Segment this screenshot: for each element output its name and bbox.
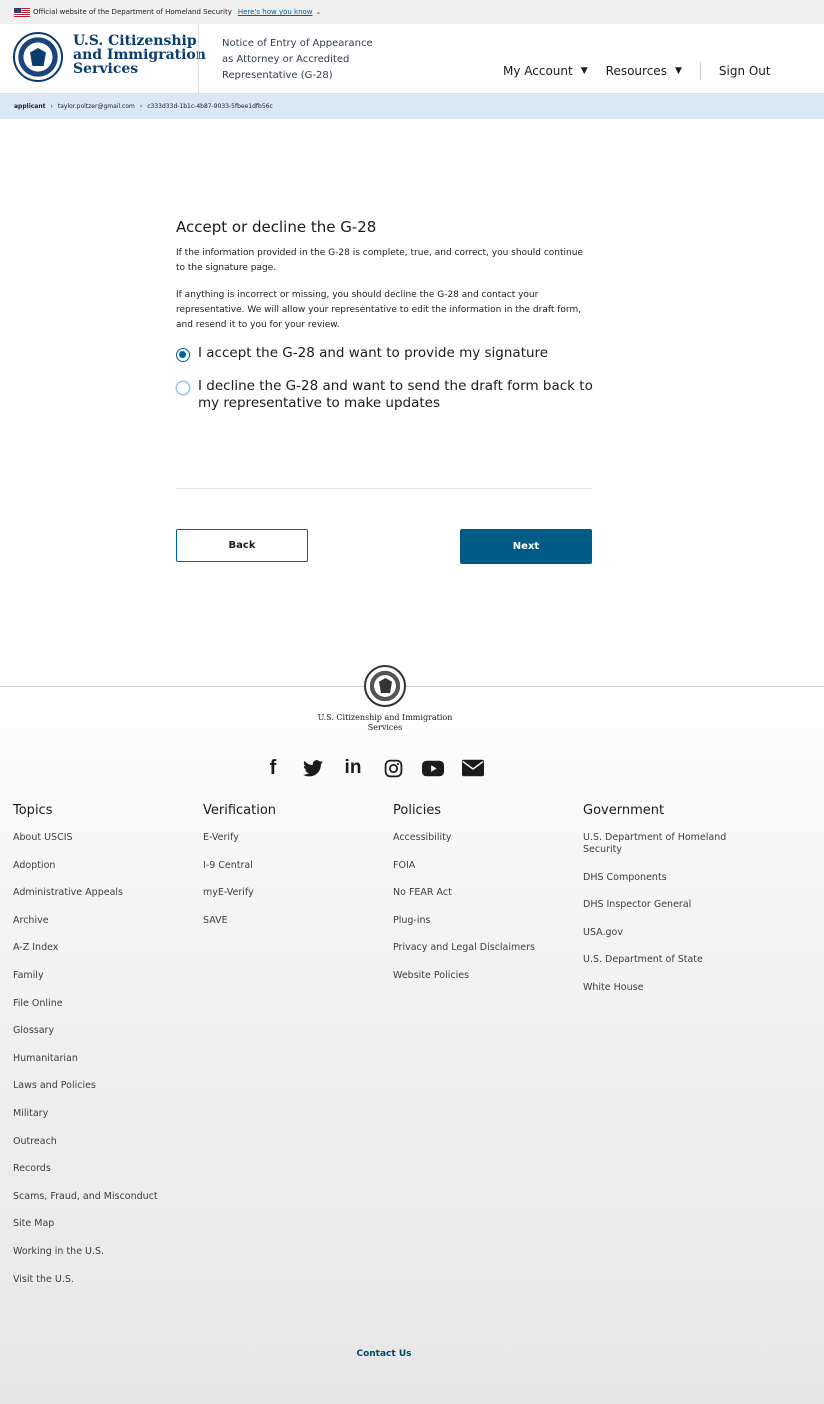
footer-col-title: Topics: [13, 803, 53, 818]
footer-link[interactable]: Archive: [13, 915, 203, 927]
next-button[interactable]: Next: [460, 529, 592, 564]
footer-col-title: Verification: [203, 803, 277, 818]
breadcrumb: applicant › taylor.poltzer@gmail.com › c…: [0, 94, 824, 119]
footer-link[interactable]: DHS Inspector General: [583, 899, 743, 911]
footer-link[interactable]: White House: [583, 982, 743, 994]
nav-separator: [699, 62, 701, 80]
gov-banner: Official website of the Department of Ho…: [0, 0, 824, 24]
footer-col-government: Government U.S. Department of Homeland S…: [583, 803, 773, 1301]
footer-link[interactable]: Scams, Fraud, and Misconduct: [13, 1191, 203, 1203]
caret-down-icon: ▼: [674, 66, 682, 76]
footer-link[interactable]: Family: [13, 970, 203, 982]
contact-us-link[interactable]: Contact Us: [0, 1349, 768, 1359]
footer-link[interactable]: Plug-ins: [393, 915, 583, 927]
my-account-menu[interactable]: My Account ▼: [503, 64, 588, 78]
footer-link[interactable]: Privacy and Legal Disclaimers: [393, 942, 583, 954]
header-divider: [198, 24, 199, 94]
footer-link[interactable]: A-Z Index: [13, 942, 203, 954]
footer-col-title: Government: [583, 803, 665, 818]
sign-out-link[interactable]: Sign Out: [719, 64, 771, 78]
footer-col-title: Policies: [393, 803, 442, 818]
decline-radio[interactable]: [176, 381, 190, 395]
heres-how-you-know-link[interactable]: Here's how you know: [238, 8, 313, 16]
footer-dhs-seal[interactable]: [364, 665, 406, 707]
decline-option[interactable]: I decline the G-28 and want to send the …: [176, 378, 596, 412]
site-footer: U.S. Citizenship and Immigration Service…: [0, 665, 824, 1404]
footer-link[interactable]: I-9 Central: [203, 860, 393, 872]
breadcrumb-role[interactable]: applicant: [14, 103, 46, 110]
footer-link[interactable]: Administrative Appeals: [13, 887, 203, 899]
twitter-icon[interactable]: [302, 757, 324, 779]
accept-label[interactable]: I accept the G-28 and want to provide my…: [198, 345, 596, 362]
footer-link[interactable]: DHS Components: [583, 872, 743, 884]
chevron-right-icon: ›: [50, 103, 53, 110]
footer-columns: Topics About USCIS Adoption Administrati…: [13, 803, 773, 1301]
chevron-down-icon[interactable]: ⌄: [316, 8, 322, 16]
uscis-logo-text[interactable]: U.S. Citizenship and Immigration Service…: [73, 34, 206, 76]
footer-link[interactable]: SAVE: [203, 915, 393, 927]
dhs-seal-logo[interactable]: [13, 32, 63, 82]
resources-menu[interactable]: Resources ▼: [606, 64, 682, 78]
footer-link[interactable]: Accessibility: [393, 832, 583, 844]
site-header: U.S. Citizenship and Immigration Service…: [0, 24, 824, 94]
gov-banner-text: Official website of the Department of Ho…: [33, 8, 232, 16]
footer-link[interactable]: Outreach: [13, 1136, 203, 1148]
section-divider: [176, 488, 592, 489]
instagram-icon[interactable]: [382, 757, 404, 779]
caret-down-icon: ▼: [580, 66, 588, 76]
footer-link[interactable]: U.S. Department of State: [583, 954, 743, 966]
header-nav: My Account ▼ Resources ▼ Sign Out: [503, 62, 771, 80]
decline-label[interactable]: I decline the G-28 and want to send the …: [198, 378, 596, 412]
facebook-icon[interactable]: f: [262, 757, 284, 779]
footer-link[interactable]: Working in the U.S.: [13, 1246, 203, 1258]
page-title: Accept or decline the G-28: [176, 218, 377, 236]
footer-link[interactable]: Website Policies: [393, 970, 583, 982]
social-links: f in: [262, 757, 502, 779]
footer-col-topics: Topics About USCIS Adoption Administrati…: [13, 803, 203, 1301]
form-title: Notice of Entry of Appearance as Attorne…: [222, 38, 373, 81]
footer-link[interactable]: Laws and Policies: [13, 1080, 203, 1092]
footer-link[interactable]: Humanitarian: [13, 1053, 203, 1065]
footer-col-policies: Policies Accessibility FOIA No FEAR Act …: [393, 803, 583, 1301]
footer-link[interactable]: Records: [13, 1163, 203, 1175]
email-icon[interactable]: [462, 757, 484, 779]
footer-link[interactable]: USA.gov: [583, 927, 743, 939]
back-button[interactable]: Back: [176, 529, 308, 562]
breadcrumb-email[interactable]: taylor.poltzer@gmail.com: [58, 103, 135, 110]
youtube-icon[interactable]: [422, 757, 444, 779]
footer-link[interactable]: File Online: [13, 998, 203, 1010]
footer-link[interactable]: Visit the U.S.: [13, 1274, 203, 1286]
decline-paragraph: If anything is incorrect or missing, you…: [176, 290, 582, 330]
footer-link[interactable]: No FEAR Act: [393, 887, 583, 899]
footer-link[interactable]: E-Verify: [203, 832, 393, 844]
footer-link[interactable]: Glossary: [13, 1025, 203, 1037]
accept-option[interactable]: I accept the G-28 and want to provide my…: [176, 345, 596, 362]
footer-col-verification: Verification E-Verify I-9 Central myE-Ve…: [203, 803, 393, 1301]
footer-link[interactable]: Military: [13, 1108, 203, 1120]
linkedin-icon[interactable]: in: [342, 757, 364, 779]
breadcrumb-id: c333d33d-1b1c-4b87-9033-5fbee1dfb56c: [147, 103, 273, 110]
us-flag-icon: [14, 7, 30, 17]
footer-link[interactable]: Adoption: [13, 860, 203, 872]
footer-link[interactable]: U.S. Department of Homeland Security: [583, 832, 743, 856]
chevron-right-icon: ›: [139, 103, 143, 110]
footer-link[interactable]: Site Map: [13, 1218, 203, 1230]
footer-link[interactable]: myE-Verify: [203, 887, 393, 899]
main-content: Accept or decline the G-28 If the inform…: [176, 218, 596, 412]
footer-link[interactable]: FOIA: [393, 860, 583, 872]
footer-link[interactable]: About USCIS: [13, 832, 203, 844]
footer-agency-name[interactable]: U.S. Citizenship and Immigration Service…: [312, 713, 458, 733]
intro-paragraph: If the information provided in the G-28 …: [176, 248, 583, 273]
accept-radio[interactable]: [176, 348, 190, 362]
